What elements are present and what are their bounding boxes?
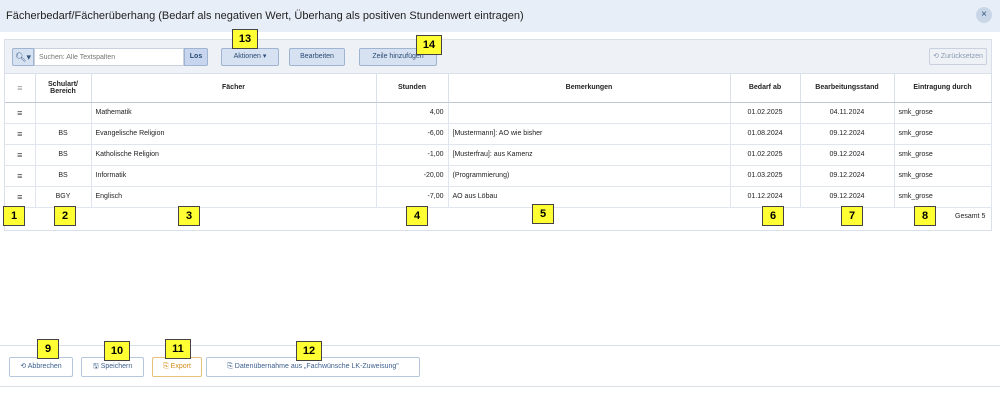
reset-button[interactable]: ⟲ Zurücksetzen bbox=[929, 48, 987, 65]
bearbeiten-button[interactable]: Bearbeiten bbox=[289, 48, 345, 66]
annotation-badge: 7 bbox=[841, 206, 863, 226]
row-menu-icon[interactable]: ≡ bbox=[5, 165, 36, 187]
row-menu-icon[interactable]: ≡ bbox=[5, 102, 36, 124]
column-header-faecher[interactable]: Fächer bbox=[91, 74, 377, 103]
search-icon[interactable]: 🔍︎▾ bbox=[12, 48, 34, 66]
dialog-title: Fächerbedarf/Fächerüberhang (Bedarf als … bbox=[6, 10, 524, 22]
row-menu-icon[interactable]: ≡ bbox=[5, 144, 36, 166]
export-button[interactable]: ⎘ Export bbox=[152, 357, 202, 377]
cell-faecher[interactable]: Englisch bbox=[91, 186, 377, 208]
cell-faecher[interactable]: Katholische Religion bbox=[91, 144, 377, 166]
annotation-badge: 3 bbox=[178, 206, 200, 226]
table-row[interactable]: ≡ BS Informatik -20,00 (Programmierung) … bbox=[5, 165, 992, 187]
column-header-stunden[interactable]: Stunden bbox=[376, 74, 449, 103]
annotation-badge: 10 bbox=[104, 341, 130, 361]
grid-toolbar: 🔍︎▾ Los Aktionen ▾ Bearbeiten Zeile hinz… bbox=[5, 40, 991, 74]
column-header-bearbeitungsstand[interactable]: Bearbeitungsstand bbox=[800, 74, 895, 103]
cell-bemerkungen[interactable] bbox=[448, 102, 731, 124]
cell-stunden[interactable]: -7,00 bbox=[376, 186, 449, 208]
row-menu-icon[interactable]: ≡ bbox=[5, 186, 36, 208]
cell-eintragung[interactable]: smk_grose bbox=[894, 123, 992, 145]
cell-bemerkungen[interactable]: AO aus Löbau bbox=[448, 186, 731, 208]
annotation-badge: 4 bbox=[406, 206, 428, 226]
cell-bearbeitungsstand[interactable]: 04.11.2024 bbox=[800, 102, 895, 124]
cell-schulart[interactable]: BS bbox=[35, 165, 92, 187]
cell-schulart[interactable]: BS bbox=[35, 123, 92, 145]
row-menu-header-icon[interactable]: ≡ bbox=[5, 74, 36, 103]
cell-eintragung[interactable]: smk_grose bbox=[894, 102, 992, 124]
cell-eintragung[interactable]: smk_grose bbox=[894, 144, 992, 166]
cell-schulart[interactable] bbox=[35, 102, 92, 124]
cell-stunden[interactable]: -1,00 bbox=[376, 144, 449, 166]
annotation-badge: 9 bbox=[37, 339, 59, 359]
abbrechen-button[interactable]: ⟲ Abbrechen bbox=[9, 357, 73, 377]
cell-bedarf-ab[interactable]: 01.02.2025 bbox=[730, 144, 801, 166]
column-header-bemerkungen[interactable]: Bemerkungen bbox=[448, 74, 731, 103]
table-row[interactable]: ≡ BS Evangelische Religion -6,00 [Muster… bbox=[5, 123, 992, 145]
cell-bedarf-ab[interactable]: 01.08.2024 bbox=[730, 123, 801, 145]
grid-panel: 🔍︎▾ Los Aktionen ▾ Bearbeiten Zeile hinz… bbox=[4, 39, 992, 231]
cell-eintragung[interactable]: smk_grose bbox=[894, 165, 992, 187]
column-header-bedarf-ab[interactable]: Bedarf ab bbox=[730, 74, 801, 103]
aktionen-button[interactable]: Aktionen ▾ bbox=[221, 48, 279, 66]
cell-bedarf-ab[interactable]: 01.02.2025 bbox=[730, 102, 801, 124]
table-row[interactable]: ≡ BGY Englisch -7,00 AO aus Löbau 01.12.… bbox=[5, 186, 992, 208]
bottom-button-bar: ⟲ Abbrechen 🖫 Speichern ⎘ Export ⎘ Daten… bbox=[0, 345, 1000, 387]
cell-faecher[interactable]: Informatik bbox=[91, 165, 377, 187]
annotation-badge: 8 bbox=[914, 206, 936, 226]
title-bar: Fächerbedarf/Fächerüberhang (Bedarf als … bbox=[0, 0, 1000, 32]
cell-stunden[interactable]: -6,00 bbox=[376, 123, 449, 145]
table-row[interactable]: ≡ BS Katholische Religion -1,00 [Musterf… bbox=[5, 144, 992, 166]
cell-faecher[interactable]: Mathematik bbox=[91, 102, 377, 124]
annotation-badge: 14 bbox=[416, 35, 442, 55]
cell-eintragung[interactable]: smk_grose bbox=[894, 186, 992, 208]
close-icon[interactable]: × bbox=[976, 7, 992, 23]
cell-schulart[interactable]: BGY bbox=[35, 186, 92, 208]
annotation-badge: 13 bbox=[232, 29, 258, 49]
cell-bedarf-ab[interactable]: 01.03.2025 bbox=[730, 165, 801, 187]
annotation-badge: 2 bbox=[54, 206, 76, 226]
annotation-badge: 1 bbox=[3, 206, 25, 226]
cell-bearbeitungsstand[interactable]: 09.12.2024 bbox=[800, 186, 895, 208]
cell-bearbeitungsstand[interactable]: 09.12.2024 bbox=[800, 165, 895, 187]
annotation-badge: 5 bbox=[532, 204, 554, 224]
row-count: Gesamt 5 bbox=[955, 213, 986, 220]
annotation-badge: 11 bbox=[165, 339, 191, 359]
table-header-row: ≡ Schulart/ Bereich Fächer Stunden Bemer… bbox=[5, 74, 992, 103]
cell-faecher[interactable]: Evangelische Religion bbox=[91, 123, 377, 145]
los-button[interactable]: Los bbox=[184, 48, 208, 66]
annotation-badge: 12 bbox=[296, 341, 322, 361]
cell-bedarf-ab[interactable]: 01.12.2024 bbox=[730, 186, 801, 208]
column-header-schulart[interactable]: Schulart/ Bereich bbox=[35, 74, 92, 103]
row-menu-icon[interactable]: ≡ bbox=[5, 123, 36, 145]
cell-bemerkungen[interactable]: (Programmierung) bbox=[448, 165, 731, 187]
cell-bearbeitungsstand[interactable]: 09.12.2024 bbox=[800, 144, 895, 166]
search-input[interactable] bbox=[34, 48, 184, 66]
cell-bemerkungen[interactable]: [Mustermann]: AO wie bisher bbox=[448, 123, 731, 145]
cell-stunden[interactable]: 4,00 bbox=[376, 102, 449, 124]
annotation-badge: 6 bbox=[762, 206, 784, 226]
column-header-eintragung[interactable]: Eintragung durch bbox=[894, 74, 992, 103]
cell-bemerkungen[interactable]: [Musterfrau]: aus Kamenz bbox=[448, 144, 731, 166]
cell-stunden[interactable]: -20,00 bbox=[376, 165, 449, 187]
cell-schulart[interactable]: BS bbox=[35, 144, 92, 166]
table-row[interactable]: ≡ Mathematik 4,00 01.02.2025 04.11.2024 … bbox=[5, 102, 992, 124]
data-table: ≡ Schulart/ Bereich Fächer Stunden Bemer… bbox=[5, 74, 992, 208]
cell-bearbeitungsstand[interactable]: 09.12.2024 bbox=[800, 123, 895, 145]
